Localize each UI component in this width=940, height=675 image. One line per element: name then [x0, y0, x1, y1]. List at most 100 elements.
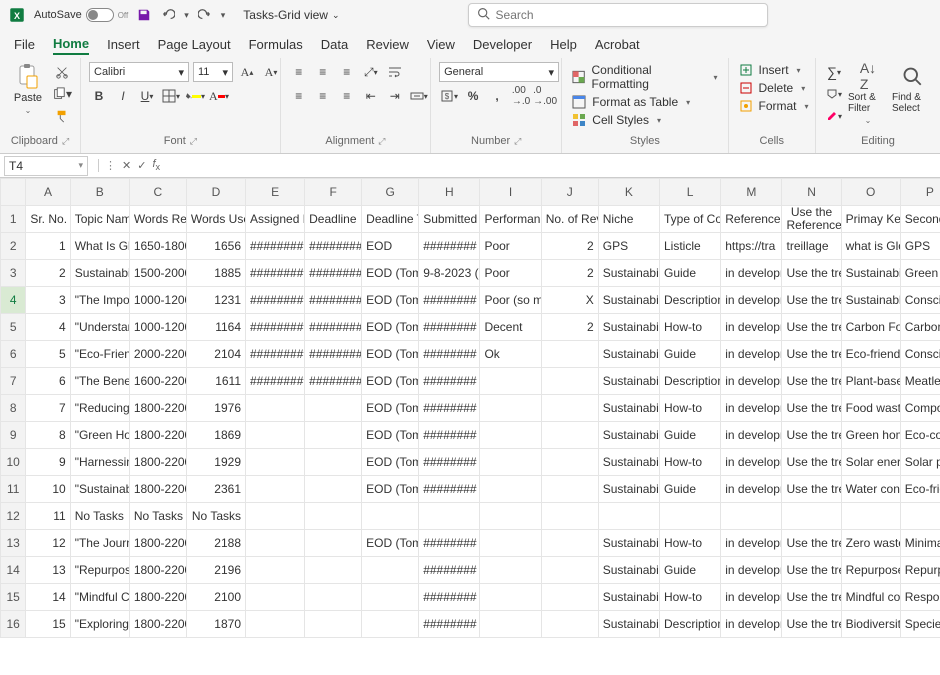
cell[interactable]: EOD (Tomo — [362, 287, 419, 314]
row-header[interactable]: 14 — [1, 557, 26, 584]
tab-insert[interactable]: Insert — [107, 35, 140, 54]
row-header[interactable]: 1 — [1, 206, 26, 233]
cell[interactable]: Green livin — [900, 260, 940, 287]
cell[interactable]: 2 — [26, 260, 70, 287]
cell[interactable]: Guide — [659, 557, 720, 584]
cell[interactable]: ######## — [246, 368, 305, 395]
cell[interactable]: Sustainabili — [598, 287, 659, 314]
comma-icon[interactable]: , — [487, 86, 507, 106]
cell[interactable]: 1800-2200 — [129, 449, 186, 476]
qat-customize-icon[interactable]: ▾ — [221, 10, 226, 21]
cell[interactable]: Sustainabili — [598, 260, 659, 287]
underline-button[interactable]: U▾ — [137, 86, 157, 106]
cell[interactable]: ######## — [419, 314, 480, 341]
cell[interactable]: 1800-2200 — [129, 584, 186, 611]
tab-developer[interactable]: Developer — [473, 35, 532, 54]
cell[interactable]: EOD (Tomo — [362, 422, 419, 449]
select-all-corner[interactable] — [1, 179, 26, 206]
column-header[interactable]: H — [419, 179, 480, 206]
cell[interactable]: ######## — [419, 611, 480, 638]
cell[interactable]: 1869 — [186, 422, 245, 449]
cell[interactable]: ######## — [246, 233, 305, 260]
cell[interactable]: Sustainabili — [598, 449, 659, 476]
cell[interactable]: ######## — [419, 584, 480, 611]
cell[interactable]: Eco-consci — [900, 422, 940, 449]
cell[interactable]: EOD (Tomo — [362, 260, 419, 287]
cell[interactable]: 1929 — [186, 449, 245, 476]
column-header[interactable]: A — [26, 179, 70, 206]
cell[interactable]: "Repurposi — [70, 557, 129, 584]
toggle-off-icon[interactable] — [86, 8, 114, 22]
cell[interactable]: EOD — [362, 233, 419, 260]
cell[interactable]: 2 — [541, 260, 598, 287]
cell[interactable]: Plant-based — [841, 368, 900, 395]
cell[interactable]: Use the tre — [782, 368, 841, 395]
cell[interactable] — [541, 395, 598, 422]
header-cell[interactable]: No. of Revi — [541, 206, 598, 233]
cell[interactable]: "Harnessin — [70, 449, 129, 476]
cell[interactable]: Sustainabili — [598, 368, 659, 395]
autosave-toggle[interactable]: AutoSave Off — [34, 8, 128, 22]
column-header[interactable]: P — [900, 179, 940, 206]
increase-font-icon[interactable]: A▴ — [237, 62, 257, 82]
cell[interactable]: Guide — [659, 260, 720, 287]
cell[interactable]: in developr — [721, 611, 782, 638]
cell[interactable] — [305, 530, 362, 557]
cell[interactable]: Sustainabili — [598, 395, 659, 422]
cell[interactable]: Poor (so m — [480, 287, 541, 314]
tab-review[interactable]: Review — [366, 35, 409, 54]
cell[interactable]: Use the tre — [782, 476, 841, 503]
header-cell[interactable]: Secondary — [900, 206, 940, 233]
cell[interactable] — [541, 503, 598, 530]
cell[interactable]: 2 — [541, 314, 598, 341]
cell[interactable] — [305, 584, 362, 611]
cell[interactable]: 13 — [26, 557, 70, 584]
cell[interactable]: Use the tre — [782, 287, 841, 314]
cell[interactable]: 2000-2200 — [129, 341, 186, 368]
column-header[interactable]: C — [129, 179, 186, 206]
cell[interactable] — [305, 422, 362, 449]
cancel-formula-icon[interactable]: ✕ — [122, 159, 131, 172]
cell[interactable]: Sustainable — [841, 287, 900, 314]
cell[interactable]: 2196 — [186, 557, 245, 584]
cell[interactable]: How-to — [659, 530, 720, 557]
cell[interactable]: Guide — [659, 341, 720, 368]
cell[interactable]: No Tasks — [186, 503, 245, 530]
cell[interactable]: in developr — [721, 395, 782, 422]
cell[interactable]: 1800-2200 — [129, 611, 186, 638]
find-select-button[interactable]: Find & Select — [892, 62, 932, 114]
save-icon[interactable] — [136, 7, 152, 23]
column-header[interactable]: M — [721, 179, 782, 206]
font-color-icon[interactable]: A▾ — [209, 86, 229, 106]
cell[interactable]: Use the tre — [782, 557, 841, 584]
cell[interactable] — [480, 557, 541, 584]
cell[interactable] — [541, 449, 598, 476]
header-cell[interactable]: Primay Key — [841, 206, 900, 233]
cell[interactable]: 1976 — [186, 395, 245, 422]
cell[interactable]: 12 — [26, 530, 70, 557]
column-header[interactable]: I — [480, 179, 541, 206]
header-cell[interactable]: Niche — [598, 206, 659, 233]
column-header[interactable]: K — [598, 179, 659, 206]
row-header[interactable]: 3 — [1, 260, 26, 287]
cell[interactable] — [419, 503, 480, 530]
cell[interactable]: Description — [659, 368, 720, 395]
cell[interactable] — [480, 584, 541, 611]
cell[interactable]: Use the tre — [782, 395, 841, 422]
cell[interactable]: in developr — [721, 287, 782, 314]
search-box[interactable] — [468, 3, 768, 27]
cell[interactable]: 1500-2000 — [129, 260, 186, 287]
cell[interactable]: Carbon Foo — [841, 314, 900, 341]
header-cell[interactable]: Words Used — [186, 206, 245, 233]
search-input[interactable] — [496, 8, 759, 22]
cell[interactable] — [541, 530, 598, 557]
format-painter-icon[interactable] — [52, 106, 72, 126]
row-header[interactable]: 4 — [1, 287, 26, 314]
cell[interactable]: Solar energ — [841, 449, 900, 476]
cell[interactable]: 1800-2200 — [129, 557, 186, 584]
cell[interactable]: 7 — [26, 395, 70, 422]
cell[interactable]: Sustainabili — [598, 476, 659, 503]
cell[interactable]: Conscious l — [900, 287, 940, 314]
cell[interactable]: Listicle — [659, 233, 720, 260]
column-header[interactable]: N — [782, 179, 841, 206]
